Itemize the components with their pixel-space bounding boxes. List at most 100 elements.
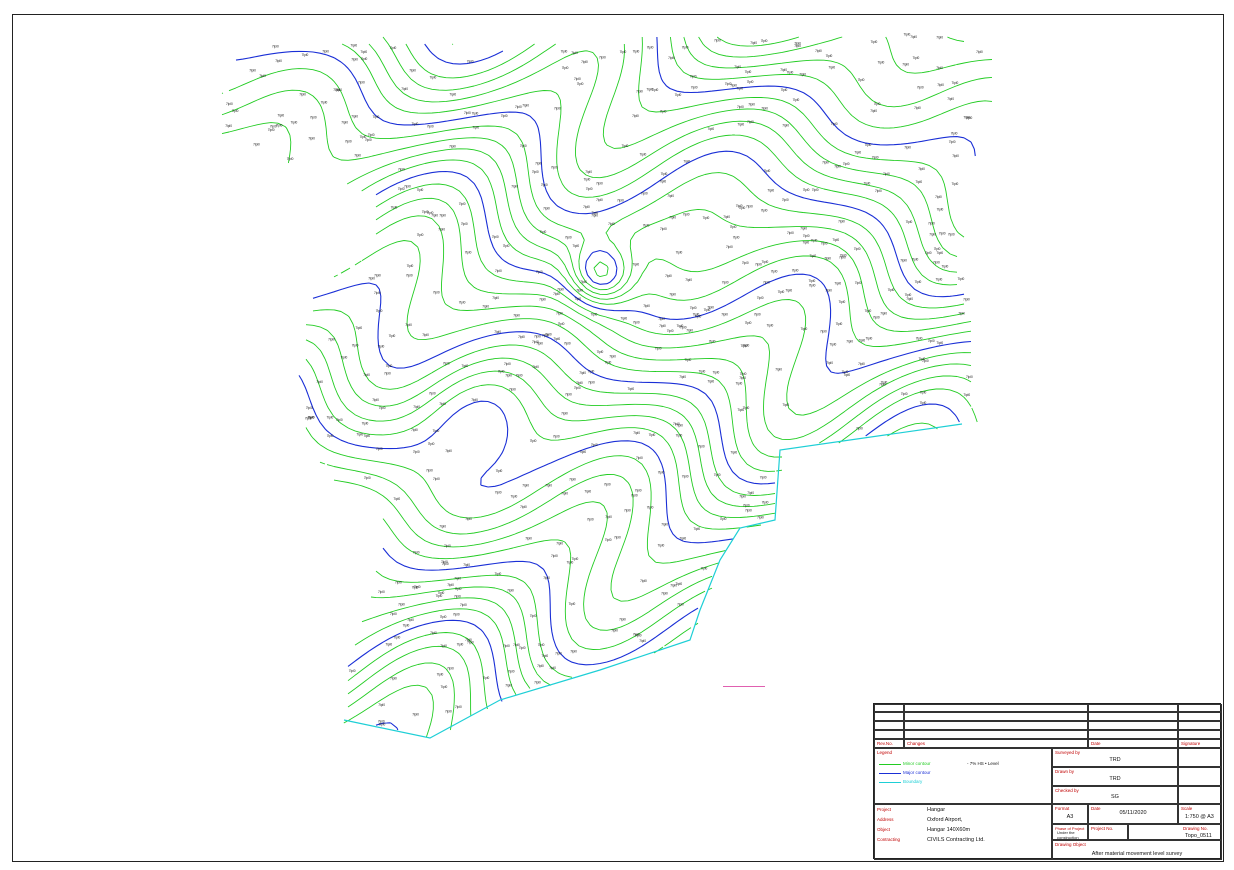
spot-height-label: 7lpl0 (541, 183, 548, 187)
spot-height-label: 7lpl0 (268, 128, 275, 132)
spot-height-label: 7lpl0 (939, 232, 946, 236)
spot-height-label: 7lpl0 (855, 281, 862, 285)
spot-height-label: 7lpl0 (919, 357, 926, 361)
spot-height-label: 7lpl0 (413, 405, 420, 409)
spot-height-label: 7lpl0 (439, 525, 446, 529)
spot-height-label: 7lpl0 (834, 281, 841, 285)
spot-height-label: 7lpl0 (503, 244, 510, 248)
spot-height-label: 7lpl0 (556, 311, 563, 315)
spot-height-label: 7lpl0 (439, 402, 446, 406)
spot-height-label: 7lpl0 (782, 198, 789, 202)
spot-height-label: 7lpl0 (395, 580, 402, 584)
spot-height-label: 7lpl0 (739, 495, 746, 499)
drawing-no-cell: Drawing No. Topo_0511 (1128, 824, 1222, 840)
spot-height-label: 7lpl0 (865, 143, 872, 147)
spot-height-label: 7lpl0 (925, 251, 932, 255)
spot-height-label: 7lpl0 (454, 576, 461, 580)
surveyed-by-cell: Surveyed by TRD (1052, 748, 1178, 767)
spot-height-label: 7lpl0 (449, 92, 456, 96)
spot-height-label: 7lpl0 (878, 61, 885, 65)
spot-height-label: 7lpl0 (492, 296, 499, 300)
spot-height-label: 7lpl0 (679, 536, 686, 540)
spot-height-label: 7lpl0 (620, 50, 627, 54)
phase-cell: Phase of Project Under the construction (1052, 824, 1088, 840)
spot-height-label: 7lpl0 (713, 371, 720, 375)
spot-height-label: 7lpl0 (577, 82, 584, 86)
spot-height-label: 7lpl0 (682, 475, 689, 479)
spot-height-label: 7lpl0 (316, 380, 323, 384)
rev-row-cell (874, 704, 904, 712)
drawn-sign-cell (1178, 767, 1222, 786)
spot-height-label: 7lpl0 (385, 643, 392, 647)
spot-height-label: 7lpl0 (412, 122, 419, 126)
spot-height-label: 7lpl0 (390, 46, 397, 50)
spot-height-label: 7lpl0 (633, 321, 640, 325)
spot-height-label: 7lpl0 (843, 373, 850, 377)
spot-height-label: 7lpl0 (929, 233, 936, 237)
spot-height-label: 7lpl0 (690, 306, 697, 310)
spot-height-label: 7lpl0 (351, 58, 358, 62)
rev-row-cell (904, 704, 1088, 712)
spot-height-label: 7lpl0 (633, 431, 640, 435)
rev-row-cell (1178, 721, 1222, 730)
spot-height-label: 7lpl0 (333, 88, 340, 92)
spot-height-label: 7lpl0 (782, 124, 789, 128)
spot-height-label: 7lpl0 (561, 412, 568, 416)
spot-height-label: 7lpl0 (858, 362, 865, 366)
spot-height-label: 7lpl0 (760, 475, 767, 479)
spot-height-label: 7lpl0 (900, 258, 907, 262)
spot-height-label: 7lpl0 (443, 361, 450, 365)
spot-height-label: 7lpl0 (809, 279, 816, 283)
spot-height-label: 7lpl0 (824, 257, 831, 261)
spot-height-label: 7lpl0 (389, 334, 396, 338)
spot-height-label: 7lpl0 (409, 69, 416, 73)
spot-height-label: 7lpl0 (699, 370, 706, 374)
spot-height-label: 7lpl0 (942, 265, 949, 269)
spot-height-label: 7lpl0 (761, 39, 768, 43)
spot-height-label: 7lpl0 (379, 406, 386, 410)
spot-height-label: 7lpl0 (667, 194, 674, 198)
spot-height-label: 7lpl0 (449, 145, 456, 149)
spot-height-label: 7lpl0 (507, 589, 514, 593)
spot-height-label: 7lpl0 (492, 235, 499, 239)
spot-height-label: 7lpl0 (902, 63, 909, 67)
spot-height-label: 7lpl0 (232, 109, 239, 113)
spot-height-label: 7lpl0 (915, 180, 922, 184)
contracting-value: CIVILS Contracting Ltd. (927, 837, 985, 843)
spot-height-label: 7lpl0 (933, 260, 940, 264)
spot-height-label: 7lpl0 (952, 182, 959, 186)
spot-height-label: 7lpl0 (733, 236, 740, 240)
spot-height-label: 7lpl0 (569, 478, 576, 482)
spot-height-label: 7lpl0 (356, 432, 363, 436)
spot-height-label: 7lpl0 (565, 235, 572, 239)
project-info-box: Project Hangar Address Oxford Airport, O… (874, 804, 1052, 860)
spot-height-label: 7lpl0 (722, 281, 729, 285)
spot-height-label: 7lpl0 (675, 93, 682, 97)
spot-height-label: 7lpl0 (570, 650, 577, 654)
spot-height-label: 7lpl0 (720, 517, 727, 521)
spot-height-label: 7lpl0 (686, 329, 693, 333)
spot-height-label: 7lpl0 (253, 142, 260, 146)
spot-height-label: 7lpl0 (386, 364, 393, 368)
spot-height-label: 7lpl0 (513, 313, 520, 317)
spot-height-label: 7lpl0 (928, 339, 935, 343)
spot-height-label: 7lpl0 (498, 370, 505, 374)
spot-height-label: 7lpl0 (611, 629, 618, 633)
spot-height-label: 7lpl0 (588, 369, 595, 373)
spot-height-label: 7lpl0 (646, 87, 653, 91)
spot-height-label: 7lpl0 (843, 162, 850, 166)
spot-height-label: 7lpl0 (457, 643, 464, 647)
spot-height-label: 7lpl0 (761, 106, 768, 110)
legend-note: - 7% HS • Level (967, 761, 999, 766)
spot-height-label: 7lpl0 (545, 332, 552, 336)
spot-height-label: 7lpl0 (433, 477, 440, 481)
spot-height-label: 7lpl0 (658, 471, 665, 475)
spot-height-label: 7lpl0 (635, 489, 642, 493)
spot-height-label: 7lpl0 (947, 97, 954, 101)
spot-height-label: 7lpl0 (460, 603, 467, 607)
spot-height-label: 7lpl0 (737, 123, 744, 127)
spot-height-label: 7lpl0 (591, 214, 598, 218)
spot-height-label: 7lpl0 (872, 155, 879, 159)
spot-height-label: 7lpl0 (633, 50, 640, 54)
spot-height-label: 7lpl0 (935, 195, 942, 199)
